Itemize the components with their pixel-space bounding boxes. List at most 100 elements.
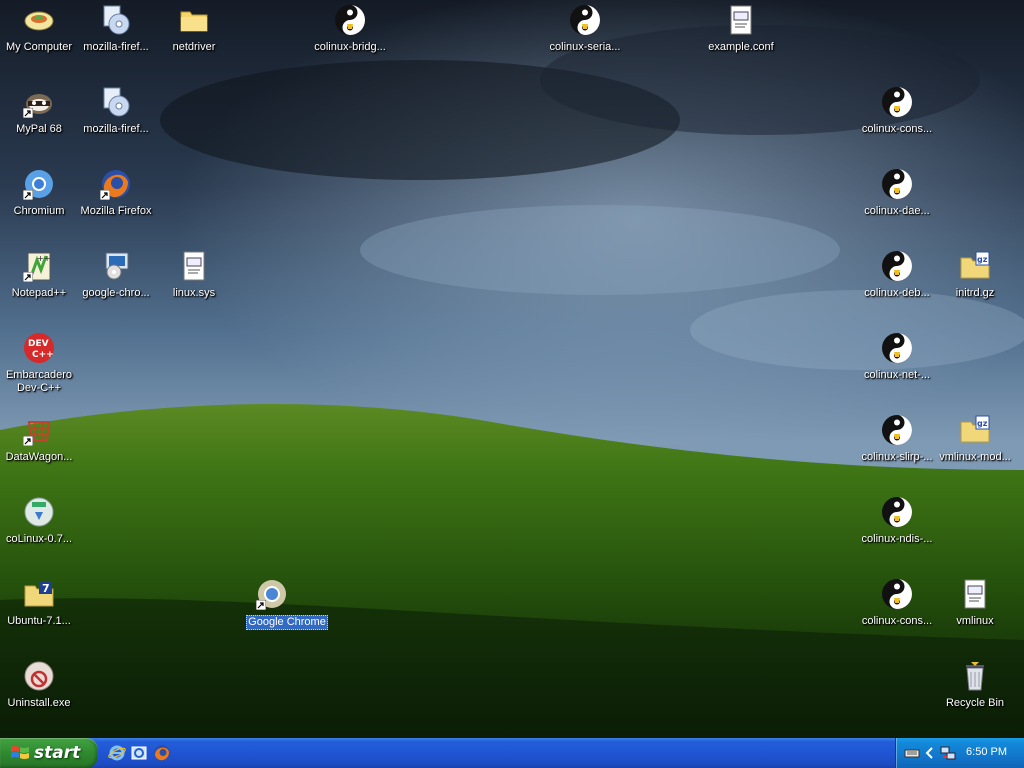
icon-label: initrd.gz: [955, 287, 995, 299]
svg-text:gz: gz: [977, 255, 988, 264]
icon-label: colinux-slirp-...: [861, 451, 933, 463]
desktop-icon-colinux-console-1[interactable]: colinux-cons...: [857, 86, 937, 166]
desktop-icon-mozilla-firefox[interactable]: Mozilla Firefox: [76, 168, 156, 248]
chevron-left-icon[interactable]: [922, 745, 938, 761]
desktop-icon-devcpp[interactable]: DEV C++ Embarcadero Dev-C++: [0, 332, 79, 412]
icon-label: colinux-seria...: [549, 41, 621, 53]
shortcut-arrow-icon: [23, 190, 33, 200]
firefox-quicklaunch-icon[interactable]: [153, 744, 171, 762]
icon-label: Mozilla Firefox: [80, 205, 152, 217]
colinux-yin-yang-icon: [882, 333, 912, 363]
icon-label: colinux-cons...: [861, 615, 933, 627]
icon-label: mozilla-firef...: [83, 123, 149, 135]
desktop-icon-ubuntu-archive[interactable]: 7 Ubuntu-7.1...: [0, 578, 79, 658]
desktop: My Computer MyPal 68 Chromium ++ Notepad…: [0, 0, 1024, 738]
desktop-icon-mozilla-firefox-installer-1[interactable]: mozilla-firef...: [76, 4, 156, 84]
start-button[interactable]: start: [0, 738, 98, 768]
desktop-icon-mozilla-firefox-installer-2[interactable]: mozilla-firef...: [76, 86, 156, 166]
icon-label: MyPal 68: [16, 123, 62, 135]
svg-text:++: ++: [37, 254, 50, 263]
desktop-icon-colinux-console-2[interactable]: colinux-cons...: [857, 578, 937, 658]
desktop-icon-colinux-installer[interactable]: coLinux-0.7...: [0, 496, 79, 576]
quick-launch-bar: [104, 738, 176, 768]
cd-installer-icon: [103, 5, 130, 35]
colinux-yin-yang-icon: [570, 5, 600, 35]
colinux-yin-yang-icon: [882, 579, 912, 609]
system-file-icon: [964, 579, 986, 609]
icon-label: vmlinux-mod...: [939, 451, 1011, 463]
desktop-icon-vmlinux-modules[interactable]: gz vmlinux-mod...: [935, 414, 1015, 494]
outlook-express-icon[interactable]: [130, 744, 148, 762]
desktop-icon-recycle-bin[interactable]: Recycle Bin: [935, 660, 1015, 738]
desktop-icon-my-computer[interactable]: My Computer: [0, 4, 79, 84]
icon-label: Uninstall.exe: [7, 697, 71, 709]
setup-computer-icon: [105, 252, 129, 280]
icon-label: colinux-ndis-...: [861, 533, 933, 545]
icon-label: colinux-deb...: [864, 287, 930, 299]
desktop-icon-google-chrome[interactable]: Google Chrome: [232, 578, 328, 658]
config-file-icon: [730, 5, 752, 35]
cd-installer-icon: [103, 87, 130, 117]
desktop-icon-colinux-serial[interactable]: colinux-seria...: [545, 4, 625, 84]
icon-label: Embarcadero Dev-C++: [5, 369, 73, 394]
gz-archive-icon: gz: [960, 415, 990, 443]
desktop-icon-notepadpp[interactable]: ++ Notepad++: [0, 250, 79, 330]
icon-label: DataWagon...: [5, 451, 73, 463]
desktop-icon-colinux-bridged[interactable]: colinux-bridg...: [310, 4, 390, 84]
icon-label: colinux-dae...: [864, 205, 930, 217]
desktop-icon-colinux-slirp[interactable]: colinux-slirp-...: [857, 414, 937, 494]
desktop-icon-google-chrome-installer[interactable]: google-chro...: [76, 250, 156, 330]
desktop-icon-colinux-net[interactable]: colinux-net-...: [857, 332, 937, 412]
svg-text:DEV: DEV: [28, 339, 49, 349]
internet-explorer-icon[interactable]: [108, 744, 126, 762]
uninstall-icon: [24, 661, 54, 691]
desktop-icon-colinux-ndis[interactable]: colinux-ndis-...: [857, 496, 937, 576]
dev-cpp-icon: DEV C++: [24, 333, 54, 363]
desktop-icon-colinux-debug[interactable]: colinux-deb...: [857, 250, 937, 330]
shortcut-arrow-icon: [256, 600, 266, 610]
desktop-icon-uninstall[interactable]: Uninstall.exe: [0, 660, 79, 738]
system-tray: 6:50 PM: [895, 738, 1024, 768]
colinux-yin-yang-icon: [882, 169, 912, 199]
colinux-yin-yang-icon: [882, 87, 912, 117]
colinux-yin-yang-icon: [882, 415, 912, 445]
icon-label: example.conf: [708, 41, 774, 53]
icon-label: netdriver: [172, 41, 216, 53]
desktop-icon-initrd-gz[interactable]: gz initrd.gz: [935, 250, 1015, 330]
desktop-icon-chromium[interactable]: Chromium: [0, 168, 79, 248]
icon-label: colinux-bridg...: [314, 41, 386, 53]
icon-label: Chromium: [13, 205, 65, 217]
clock[interactable]: 6:50 PM: [966, 746, 1007, 758]
desktop-icon-mypal[interactable]: MyPal 68: [0, 86, 79, 166]
recycle-bin-icon: [966, 662, 984, 691]
my-computer-icon: [24, 11, 54, 31]
svg-text:7: 7: [42, 582, 50, 595]
icon-label: My Computer: [5, 41, 73, 53]
network-icon[interactable]: [940, 745, 956, 761]
shortcut-arrow-icon: [23, 436, 33, 446]
colinux-yin-yang-icon: [882, 497, 912, 527]
icon-label: linux.sys: [172, 287, 216, 299]
icon-label-selected: Google Chrome: [246, 615, 328, 630]
keyboard-icon[interactable]: [904, 745, 920, 761]
icon-label: Notepad++: [11, 287, 67, 299]
folder-icon: [180, 11, 208, 32]
system-file-icon: [183, 251, 205, 281]
icon-label: Ubuntu-7.1...: [7, 615, 71, 627]
desktop-icon-example-conf[interactable]: example.conf: [701, 4, 781, 84]
taskbar: start 6:50 PM: [0, 738, 1024, 768]
desktop-icon-netdriver[interactable]: netdriver: [154, 4, 234, 84]
windows-flag-icon: [11, 746, 29, 759]
colinux-yin-yang-icon: [335, 5, 365, 35]
shortcut-arrow-icon: [100, 190, 110, 200]
icon-label: mozilla-firef...: [83, 41, 149, 53]
icon-label: Recycle Bin: [945, 697, 1005, 709]
desktop-icon-linux-sys[interactable]: linux.sys: [154, 250, 234, 330]
icon-label: colinux-net-...: [863, 369, 931, 381]
desktop-icon-colinux-daemon[interactable]: colinux-dae...: [857, 168, 937, 248]
icon-label: vmlinux: [956, 615, 994, 627]
desktop-icon-vmlinux[interactable]: vmlinux: [935, 578, 1015, 658]
desktop-icon-datawagon[interactable]: DataWagon...: [0, 414, 79, 494]
installer-cd-icon: [24, 497, 54, 527]
shortcut-arrow-icon: [23, 272, 33, 282]
